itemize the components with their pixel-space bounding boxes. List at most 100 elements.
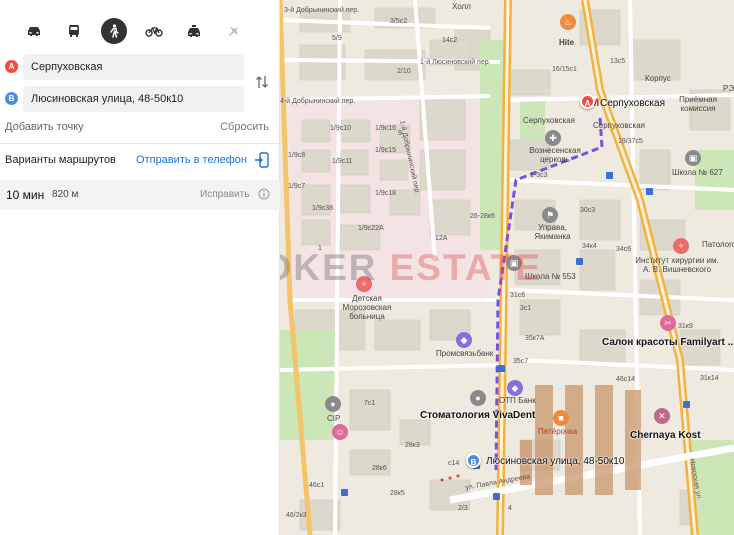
car-mode-button[interactable] [14, 16, 54, 46]
beauty-icon[interactable]: ☺ [332, 424, 348, 440]
house-number: 34к4 [582, 243, 597, 250]
point-a-marker: A [5, 60, 18, 73]
bus-mode-button[interactable] [54, 16, 94, 46]
government-icon[interactable]: ⚑ [542, 207, 558, 223]
house-number: 3/5с2 [390, 18, 408, 25]
salon-icon[interactable]: ✂ [660, 315, 676, 331]
street-label: 4-й Добрынинский пер. [280, 98, 356, 105]
point-b-row: B Люсиновская улица, 48-50к10 [0, 86, 280, 112]
bus-stop-icon[interactable] [493, 493, 500, 500]
taxi-icon [188, 24, 200, 37]
route-result-row[interactable]: 10 мин 820 м Исправить [0, 180, 280, 210]
bus-stop-icon[interactable] [341, 489, 348, 496]
phone-icon[interactable] [255, 152, 269, 168]
house-number: 2/10 [397, 68, 411, 75]
point-a-input[interactable]: Серпуховская [23, 54, 244, 80]
bus-stop-icon[interactable] [576, 258, 583, 265]
house-number: 46/2к3 [286, 512, 307, 519]
place-label: Холл [452, 2, 471, 11]
place-label: Управа, Якиманка [534, 223, 571, 241]
church-icon[interactable]: ✚ [545, 130, 561, 146]
point-b-marker: B [5, 92, 18, 105]
shopping-icon[interactable]: ● [325, 396, 341, 412]
add-point-link[interactable]: Добавить точку [5, 121, 84, 133]
info-icon[interactable] [258, 188, 270, 200]
route-pin-a[interactable]: A [580, 94, 595, 109]
walk-icon [110, 24, 119, 38]
swap-arrows-icon [256, 76, 268, 88]
house-number: 46с1 [309, 482, 325, 489]
plane-mode-button[interactable] [214, 16, 254, 46]
bus-stop-icon[interactable] [606, 172, 613, 179]
taxi-mode-button[interactable] [174, 16, 214, 46]
house-number: 1/9с38 [312, 205, 334, 212]
place-label: Приёмная комиссия [679, 95, 717, 113]
place-label: Промсвязьбанк [436, 349, 494, 358]
place-label: Серпуховская [523, 116, 575, 125]
route-panel: A Серпуховская B Люсиновская улица, 48-5… [0, 0, 280, 535]
route-distance: 820 м [52, 189, 79, 200]
fix-route-link[interactable]: Исправить [200, 189, 249, 200]
house-number: 26-28к6 [470, 213, 495, 220]
route-variants-row: Варианты маршрутов Отправить в телефон [5, 152, 269, 170]
shop-icon[interactable]: ■ [553, 410, 569, 426]
send-to-phone-link[interactable]: Отправить в телефон [136, 154, 269, 166]
house-number: 13с5 [610, 58, 626, 65]
house-number: 1 [318, 245, 322, 252]
transport-mode-bar [14, 16, 254, 46]
house-number: 7с1 [364, 400, 376, 407]
hospital-icon[interactable]: + [673, 238, 689, 254]
place-label: Вознесенская церковь [529, 146, 581, 164]
point-b-input[interactable]: Люсиновская улица, 48-50к10 [23, 86, 244, 112]
bank-icon[interactable]: ◆ [456, 332, 472, 348]
swap-points-button[interactable] [255, 74, 269, 95]
restaurant-icon[interactable]: ✕ [654, 408, 670, 424]
bus-icon [69, 25, 79, 37]
house-number: 14с2 [442, 37, 458, 44]
place-label: CIP [327, 414, 341, 423]
bus-stop-icon[interactable] [646, 188, 653, 195]
house-number: 4 [508, 505, 512, 512]
place-label: Патологоанатомич... [702, 240, 734, 249]
reset-link[interactable]: Сбросить [220, 121, 269, 133]
school-icon[interactable]: ▣ [685, 150, 701, 166]
walk-mode-button[interactable] [94, 16, 134, 46]
place-label: Серпуховская [593, 121, 645, 130]
restaurant-icon[interactable]: ♨ [560, 14, 576, 30]
house-number: 35с7 [513, 358, 529, 365]
place-label: Корпус [645, 74, 671, 83]
dentist-icon[interactable]: ● [470, 390, 486, 406]
house-number: 35к7А [525, 335, 545, 342]
house-number: 28к3 [405, 442, 420, 449]
house-number: 16/15с1 [552, 66, 577, 73]
bank-icon[interactable]: ◆ [507, 380, 523, 396]
bus-stop-icon[interactable] [498, 365, 505, 372]
pin-b-label: Люсиновская улица, 48-50к10 [486, 456, 625, 467]
street-label: 1-й Люсиновский пер. [420, 59, 491, 66]
house-number: 3с1 [520, 305, 532, 312]
bus-stop-icon[interactable] [683, 401, 690, 408]
house-number: 9 [398, 130, 402, 137]
house-number: 31к9 [678, 323, 693, 330]
route-variants-label[interactable]: Варианты маршрутов [5, 154, 116, 166]
place-label: Институт хирургии им. А. В. Вишневского [635, 256, 719, 274]
house-number: 1/9с10 [330, 125, 352, 132]
route-pin-b[interactable]: B [466, 453, 481, 468]
house-number: 1/9с18 [375, 190, 397, 197]
house-number: 1/9с11 [332, 158, 353, 165]
house-number: 2/3 [458, 505, 468, 512]
place-label: Пятёрочка [538, 427, 578, 436]
bicycle-mode-button[interactable] [134, 16, 174, 46]
house-number: 34с6 [616, 246, 632, 253]
house-number: 46с14 [616, 376, 636, 383]
street-label: 3-й Добрынинский пер. [284, 7, 360, 14]
place-label: Школа № 627 [672, 168, 723, 177]
house-number: 1-3с3 [530, 172, 548, 179]
house-number: с14 [448, 460, 460, 467]
school-icon[interactable]: ▣ [506, 255, 522, 271]
car-icon [28, 27, 40, 36]
map-canvas[interactable]: BROKER ESTATE 3-й Добрынинский пер. 1-й … [280, 0, 734, 535]
place-label: РЭ [723, 84, 734, 93]
hospital-icon[interactable]: + [356, 276, 372, 292]
add-point-row: Добавить точку Сбросить [5, 121, 269, 137]
